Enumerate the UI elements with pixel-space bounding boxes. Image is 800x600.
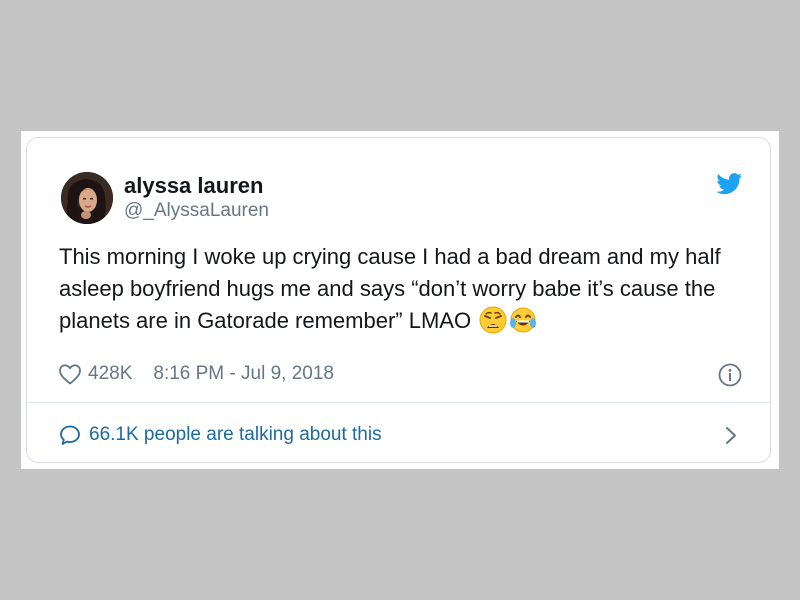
tweet-meta: 428K 8:16 PM - Jul 9, 2018 xyxy=(58,361,334,387)
chevron-right-icon[interactable] xyxy=(725,426,737,445)
tears-of-joy-emoji xyxy=(510,307,537,333)
timestamp[interactable]: 8:16 PM - Jul 9, 2018 xyxy=(153,363,334,385)
like-count[interactable]: 428K xyxy=(88,363,132,385)
display-name[interactable]: alyssa lauren xyxy=(124,173,263,199)
user-handle[interactable]: @_AlyssaLauren xyxy=(124,199,269,223)
weary-face-emoji xyxy=(479,306,507,334)
heart-icon[interactable] xyxy=(58,363,82,385)
tweet-body: This morning I woke up crying cause I ha… xyxy=(59,244,721,333)
info-icon[interactable] xyxy=(718,363,742,387)
conversation-link[interactable]: 66.1K people are talking about this xyxy=(59,422,382,448)
twitter-bird-icon[interactable] xyxy=(716,173,743,195)
divider xyxy=(27,402,770,403)
conversation-text: 66.1K people are talking about this xyxy=(89,424,382,445)
avatar[interactable] xyxy=(61,172,113,224)
tweet-text: This morning I woke up crying cause I ha… xyxy=(59,241,749,337)
speech-bubble-icon xyxy=(60,425,80,445)
screenshot-frame: alyssa lauren @_AlyssaLauren This mornin… xyxy=(21,131,779,469)
tweet-card[interactable]: alyssa lauren @_AlyssaLauren This mornin… xyxy=(26,137,771,463)
